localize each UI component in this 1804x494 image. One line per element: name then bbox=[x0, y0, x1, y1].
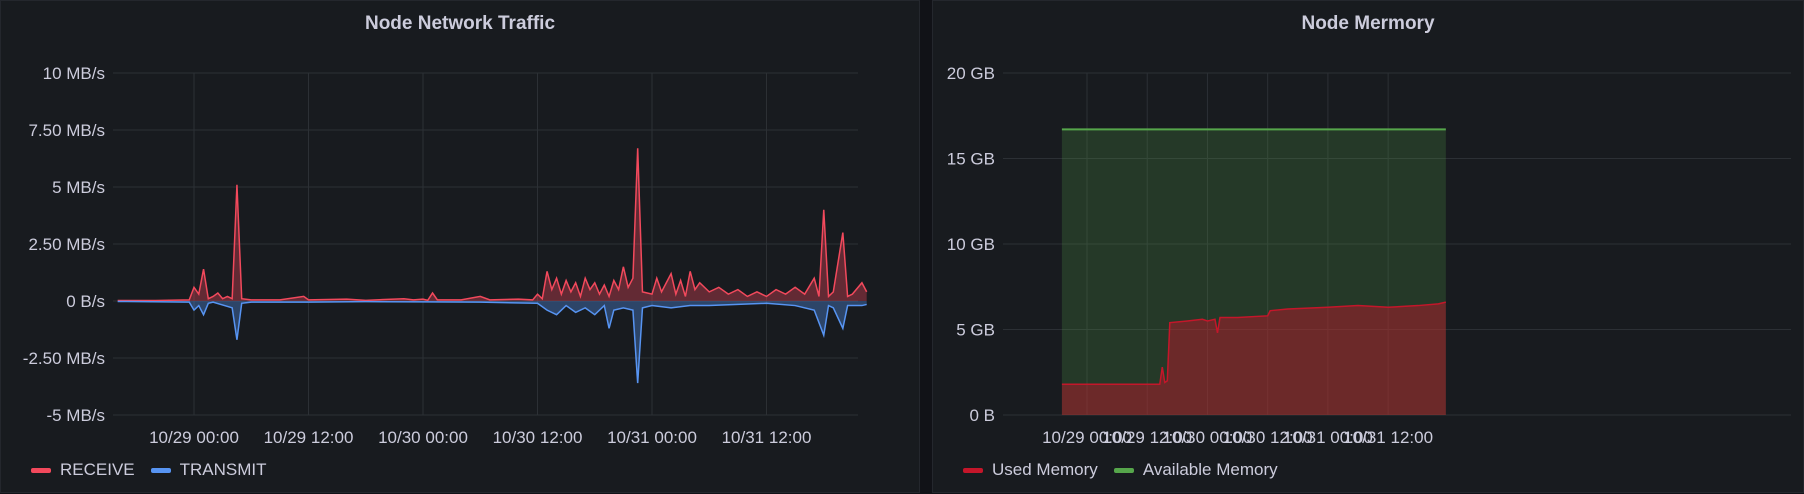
legend: RECEIVE TRANSMIT bbox=[31, 460, 283, 480]
legend-label: Used Memory bbox=[992, 460, 1098, 479]
y-tick-label: 15 GB bbox=[947, 150, 995, 169]
y-tick-label: 10 GB bbox=[947, 235, 995, 254]
used-memory-swatch bbox=[963, 467, 983, 473]
legend-item-used-memory[interactable]: Used Memory bbox=[963, 460, 1098, 480]
series-area-transmit bbox=[117, 301, 867, 384]
y-tick-label: -2.50 MB/s bbox=[23, 349, 105, 368]
x-tick-label: 10/31 00:00 bbox=[607, 428, 697, 447]
memory-chart[interactable]: 20 GB15 GB10 GB5 GB0 B10/29 00:0010/29 1… bbox=[933, 1, 1804, 494]
x-tick-label: 10/29 00:00 bbox=[149, 428, 239, 447]
y-tick-label: 0 B/s bbox=[66, 292, 105, 311]
series-area-receive bbox=[117, 148, 867, 301]
y-tick-label: 20 GB bbox=[947, 64, 995, 83]
legend-item-transmit[interactable]: TRANSMIT bbox=[150, 460, 267, 480]
transmit-swatch bbox=[150, 467, 171, 473]
legend-item-receive[interactable]: RECEIVE bbox=[31, 460, 135, 480]
legend-label: TRANSMIT bbox=[179, 460, 267, 479]
legend-label: RECEIVE bbox=[60, 460, 135, 479]
memory-panel: Node Mermory 20 GB 15 GB 10 GB 5 GB 0 B 10/29… bbox=[932, 0, 1804, 493]
y-tick-label: 5 GB bbox=[956, 321, 995, 340]
receive-swatch bbox=[31, 467, 51, 473]
network-traffic-panel: Node Network Traffic 10 MB/s 7.50 MB/s 5 M… bbox=[0, 0, 920, 493]
x-tick-label: 10/29 12:00 bbox=[264, 428, 354, 447]
y-tick-label: 5 MB/s bbox=[52, 178, 105, 197]
legend-item-available-memory[interactable]: Available Memory bbox=[1113, 460, 1278, 480]
x-tick-label: 10/31 12:00 bbox=[722, 428, 812, 447]
x-tick-label: 10/31 12:00 bbox=[1343, 428, 1433, 447]
network-traffic-chart[interactable]: 10 MB/s 7.50 MB/s 5 MB/s 2.50 MB/s 0 B/s -2.5… bbox=[1, 1, 921, 494]
y-tick-label: 0 B bbox=[969, 406, 995, 425]
legend: Used Memory Available Memory bbox=[963, 460, 1294, 480]
available-memory-swatch bbox=[1113, 467, 1134, 473]
y-tick-label: -5 MB/s bbox=[46, 406, 105, 425]
x-tick-label: 10/30 12:00 bbox=[493, 428, 583, 447]
series-line-transmit bbox=[117, 300, 867, 384]
series-line-receive bbox=[117, 148, 868, 302]
x-tick-label: 10/30 00:00 bbox=[378, 428, 468, 447]
y-tick-label: 10 MB/s bbox=[43, 64, 105, 83]
y-tick-label: 2.50 MB/s bbox=[28, 235, 105, 254]
y-tick-label: 7.50 MB/s bbox=[28, 121, 105, 140]
legend-label: Available Memory bbox=[1142, 460, 1278, 479]
